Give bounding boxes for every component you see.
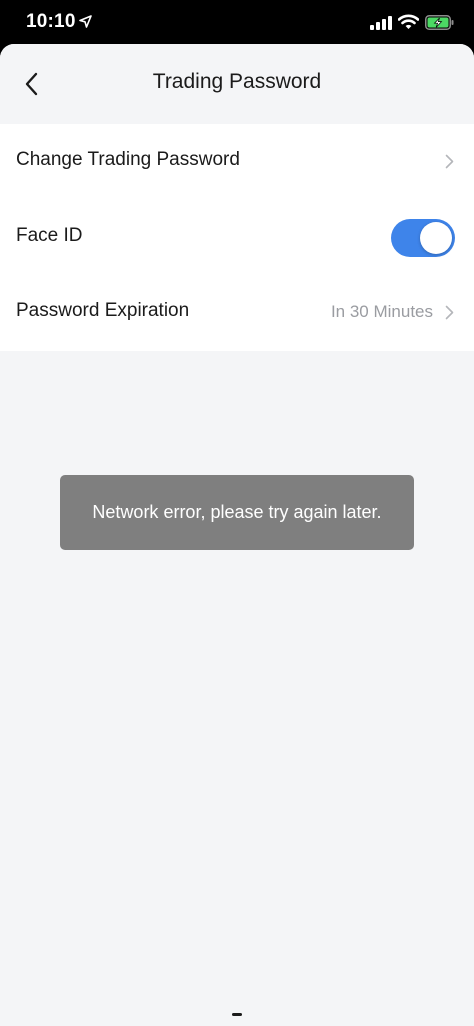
password-expiration-label: Password Expiration	[16, 300, 190, 321]
face-id-row: Face ID	[0, 200, 474, 276]
wifi-icon	[397, 14, 420, 35]
page-title: Trading Password	[152, 70, 322, 93]
change-trading-password-label: Change Trading Password	[16, 149, 240, 170]
location-arrow-icon	[79, 15, 92, 33]
settings-list: Change Trading Password Face ID Password…	[0, 124, 474, 351]
trading-password-screen: Trading Password Change Trading Password…	[0, 44, 474, 1026]
error-toast: Network error, please try again later.	[60, 475, 414, 550]
password-expiration-value: In 30 Minutes	[330, 302, 433, 321]
chevron-right-icon	[445, 154, 454, 174]
status-time: 10:10	[26, 11, 76, 32]
face-id-toggle[interactable]	[391, 219, 455, 257]
password-expiration-row[interactable]: Password Expiration In 30 Minutes	[0, 275, 474, 351]
cellular-signal-icon	[370, 16, 392, 35]
home-indicator	[232, 1013, 242, 1016]
change-trading-password-row[interactable]: Change Trading Password	[0, 124, 474, 200]
face-id-label: Face ID	[16, 225, 83, 246]
battery-charging-icon	[425, 15, 455, 35]
toggle-knob	[420, 222, 452, 254]
status-bar: 10:10	[0, 0, 474, 44]
toast-message: Network error, please try again later.	[92, 502, 382, 522]
nav-bar: Trading Password	[0, 44, 474, 124]
chevron-right-icon	[445, 305, 454, 325]
